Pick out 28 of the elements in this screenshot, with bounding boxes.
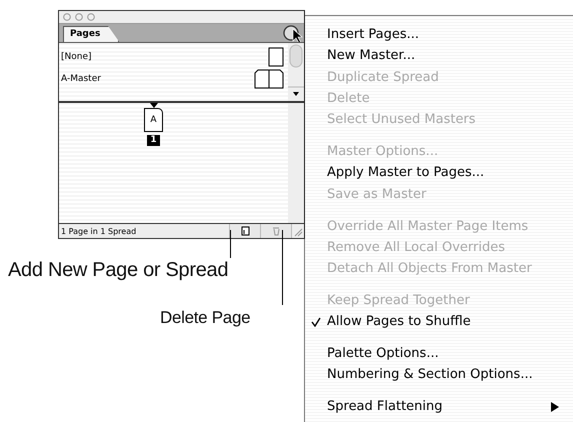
leader-line: [230, 230, 231, 258]
master-name[interactable]: [None]: [61, 52, 92, 62]
master-name[interactable]: A-Master: [61, 74, 101, 84]
resize-grip-icon[interactable]: [291, 224, 304, 238]
checkmark-icon: [311, 316, 321, 327]
callout-label: Delete Page: [160, 308, 250, 328]
status-text: 1 Page in 1 Spread: [60, 226, 138, 236]
new-page-icon: [240, 226, 250, 236]
menu-item[interactable]: Apply Master to Pages...: [305, 162, 573, 184]
page-icon[interactable]: [268, 47, 284, 67]
menu-item[interactable]: Spread Flattening: [305, 396, 573, 418]
submenu-arrow-icon: [551, 402, 559, 412]
scrollbar[interactable]: [288, 43, 304, 101]
pages-tab[interactable]: Pages: [63, 26, 120, 42]
trash-icon: [271, 226, 281, 236]
menu-item[interactable]: Insert Pages...: [305, 24, 573, 46]
new-page-button[interactable]: [229, 224, 260, 238]
menu-item[interactable]: Numbering & Section Options...: [305, 364, 573, 386]
page-number: 1: [147, 135, 160, 146]
menu-item[interactable]: New Master...: [305, 45, 573, 67]
page-thumbnail[interactable]: A: [144, 108, 163, 132]
menu-item[interactable]: Palette Options...: [305, 342, 573, 364]
menu-item[interactable]: Allow Pages to Shuffle: [305, 311, 573, 332]
callout-label: Add New Page or Spread: [8, 259, 228, 282]
scrollbar[interactable]: [288, 103, 304, 223]
palette-menu-button-icon[interactable]: [282, 24, 304, 42]
master-letter: A: [150, 115, 157, 125]
spread-icon[interactable]: [254, 69, 284, 89]
